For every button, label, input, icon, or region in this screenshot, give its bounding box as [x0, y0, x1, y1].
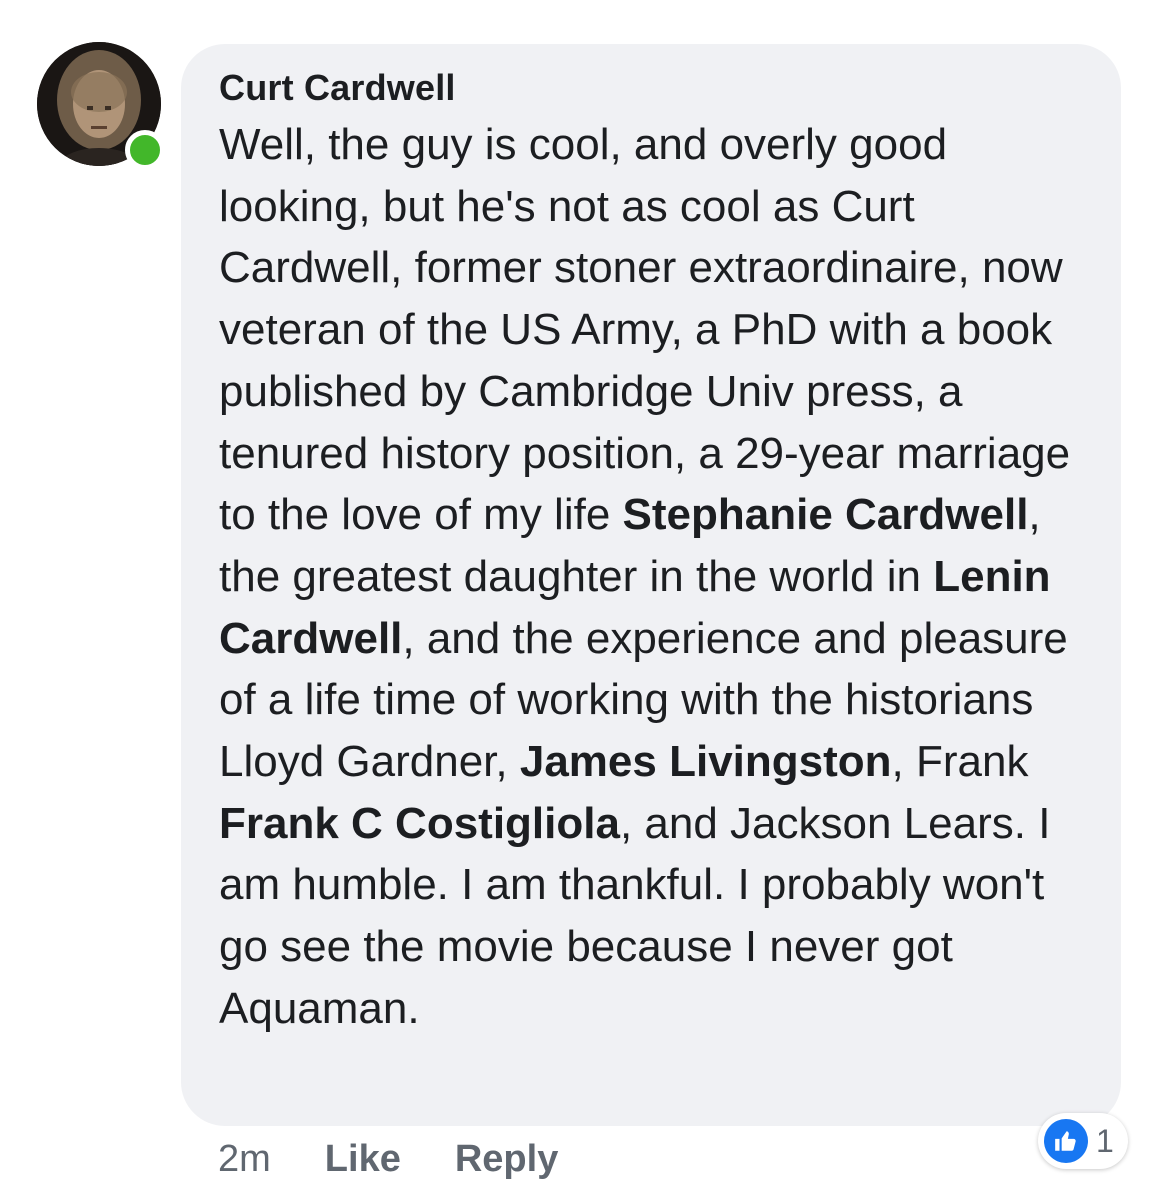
- reply-button[interactable]: Reply: [455, 1138, 558, 1181]
- tagged-name[interactable]: Stephanie Cardwell: [623, 490, 1029, 539]
- comment-bubble: Curt Cardwell Well, the guy is cool, and…: [181, 44, 1121, 1126]
- comment-timestamp[interactable]: 2m: [218, 1138, 271, 1181]
- reaction-count: 1: [1096, 1122, 1114, 1159]
- avatar-container[interactable]: [37, 42, 165, 170]
- comment-text-segment: Well, the guy is cool, and overly good l…: [219, 120, 1071, 540]
- comment-actions: 2m Like Reply: [218, 1134, 612, 1184]
- tagged-name[interactable]: Frank C Costigliola: [219, 799, 620, 848]
- like-button[interactable]: Like: [325, 1138, 401, 1181]
- comment-text: Well, the guy is cool, and overly good l…: [219, 114, 1087, 1040]
- comment-text-segment: , Frank: [891, 737, 1029, 787]
- online-status-dot: [125, 130, 165, 170]
- reaction-summary[interactable]: 1: [1038, 1113, 1128, 1169]
- comment-author[interactable]: Curt Cardwell: [219, 66, 1087, 110]
- thumbs-up-icon: [1044, 1119, 1088, 1163]
- tagged-name[interactable]: James Livingston: [520, 737, 892, 786]
